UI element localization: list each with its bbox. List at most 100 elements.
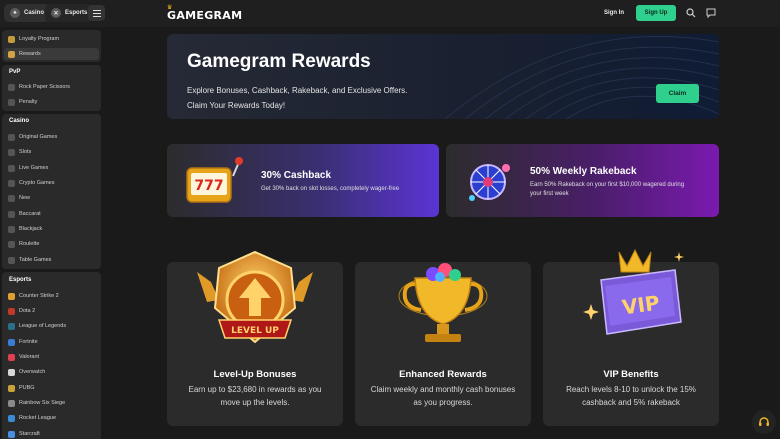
sign-in-link[interactable]: Sign In	[604, 10, 624, 16]
logo[interactable]: ♛ GAMEGRAM	[167, 4, 243, 22]
sidebar-top-group: Loyalty Program Rewards	[2, 30, 101, 62]
sidebar-item-label: Roulette	[19, 241, 40, 247]
vip-ticket-icon: VIP	[583, 248, 684, 335]
cashback-title: 30% Cashback	[261, 170, 332, 181]
cashback-promo-card[interactable]: 777 30% Cashback Get 30% back on slot lo…	[167, 144, 439, 217]
sidebar-item-dota2[interactable]: Dota 2	[8, 305, 35, 317]
sidebar-item-overwatch[interactable]: Overwatch	[8, 366, 45, 378]
sidebar-item-roulette[interactable]: Roulette	[8, 238, 40, 250]
crown-icon: ♛	[167, 4, 173, 11]
hero-subtitle-line2: Claim Your Rewards Today!	[187, 101, 286, 110]
rakeback-promo-card[interactable]: 50% Weekly Rakeback Earn 50% Rakeback on…	[446, 144, 719, 217]
sidebar-item-slots[interactable]: Slots	[8, 146, 31, 158]
vip-card[interactable]: VIP VIP Benefits Reach levels 8-10 to un…	[543, 248, 719, 426]
ball-icon	[8, 98, 15, 106]
casino-tab-label: Casino	[24, 10, 45, 16]
sidebar-item-label: Dota 2	[19, 308, 36, 314]
sidebar-item-table-games[interactable]: Table Games	[8, 254, 51, 266]
sidebar-item-fortnite[interactable]: Fortnite	[8, 336, 38, 348]
sidebar-item-r6[interactable]: Rainbow Six Siege	[8, 397, 65, 409]
vip-description: Reach levels 8-10 to unlock the 15% cash…	[566, 385, 696, 407]
sidebar-item-pubg[interactable]: PUBG	[8, 382, 35, 394]
dota2-icon	[8, 307, 15, 315]
r6-icon	[8, 399, 15, 407]
enhanced-rewards-description: Claim weekly and monthly cash bonuses as…	[370, 385, 516, 407]
sidebar-item-original-games[interactable]: Original Games	[8, 131, 57, 143]
starcraft-icon	[8, 430, 15, 438]
vip-title: VIP Benefits	[603, 369, 659, 380]
sidebar-item-label: New	[19, 195, 31, 201]
prize-wheel-icon	[469, 164, 510, 201]
new-icon	[8, 194, 15, 202]
sidebar-item-lol[interactable]: League of Legends	[8, 320, 66, 332]
cashback-description: Get 30% back on slot losses, completely …	[261, 186, 400, 192]
svg-text:777: 777	[194, 178, 223, 194]
sidebar-item-loyalty[interactable]: Loyalty Program	[8, 33, 59, 45]
overwatch-icon	[8, 368, 15, 376]
sidebar-item-label: Starcraft	[19, 431, 40, 437]
fortnite-icon	[8, 338, 15, 346]
sidebar-item-label: Valorant	[19, 354, 40, 360]
sidebar-item-label: Rock Paper Scissors	[19, 84, 71, 90]
sidebar-item-label: Slots	[19, 149, 32, 155]
valorant-icon	[8, 353, 15, 361]
sidebar-item-baccarat[interactable]: Baccarat	[8, 208, 41, 220]
sidebar-item-label: Fortnite	[19, 339, 38, 345]
sidebar-casino-group: Casino Original Games Slots Live Games C…	[2, 114, 101, 269]
roulette-icon	[8, 240, 15, 248]
sidebar-item-blackjack[interactable]: Blackjack	[8, 223, 42, 235]
lol-icon	[8, 322, 15, 330]
claim-button[interactable]: Claim	[656, 84, 699, 103]
hero-subtitle: Explore Bonuses, Cashback, Rakeback, and…	[187, 83, 487, 113]
sidebar-item-label: PUBG	[19, 385, 35, 391]
sidebar-item-rewards[interactable]: Rewards	[4, 48, 99, 60]
rocket-league-icon	[8, 414, 15, 422]
casino-tab[interactable]: ♠ Casino	[4, 4, 51, 22]
slot-machine-icon: 777	[186, 157, 243, 203]
chat-icon[interactable]	[706, 8, 716, 18]
hand-icon	[8, 83, 15, 91]
pubg-icon	[8, 384, 15, 392]
top-bar: ♠ Casino ✕ Esports ♛ GAMEGRAM Sign In Si…	[0, 0, 780, 27]
logo-text: GAMEGRAM	[167, 9, 243, 22]
esports-heading: Esports	[9, 277, 32, 283]
sidebar: Loyalty Program Rewards PvP Rock Paper S…	[0, 27, 103, 439]
hero-title: Gamegram Rewards	[187, 51, 371, 72]
sidebar-item-rps[interactable]: Rock Paper Scissors	[8, 81, 70, 93]
level-up-badge-icon: LEVEL UP	[197, 250, 313, 344]
sidebar-item-label: Loyalty Program	[19, 36, 60, 42]
cards-icon	[8, 210, 15, 218]
rakeback-description: Earn 50% Rakeback on your first $10,000 …	[530, 181, 684, 199]
support-button[interactable]	[752, 410, 776, 434]
trophy-icon	[398, 263, 488, 342]
coin-icon	[8, 179, 15, 187]
sidebar-item-rocket-league[interactable]: Rocket League	[8, 412, 56, 424]
sidebar-item-cs2[interactable]: Counter Strike 2	[8, 290, 59, 302]
sidebar-item-label: Blackjack	[19, 226, 43, 232]
trophy-icon	[8, 35, 15, 43]
level-up-title: Level-Up Bonuses	[213, 369, 297, 380]
casino-heading: Casino	[9, 118, 30, 124]
sidebar-item-valorant[interactable]: Valorant	[8, 351, 39, 363]
search-icon[interactable]	[686, 8, 696, 18]
sidebar-item-label: Crypto Games	[19, 180, 55, 186]
sign-up-button[interactable]: Sign Up	[636, 5, 676, 21]
menu-button[interactable]	[88, 5, 105, 21]
sidebar-item-live-games[interactable]: Live Games	[8, 162, 48, 174]
rakeback-description-line1: Earn 50% Rakeback on your first $10,000 …	[530, 182, 685, 188]
sidebar-item-label: Live Games	[19, 165, 49, 171]
level-up-description: Earn up to $23,680 in rewards as you mov…	[188, 385, 322, 407]
hero-subtitle-line1: Explore Bonuses, Cashback, Rakeback, and…	[187, 86, 408, 95]
level-up-card[interactable]: LEVEL UP Level-Up Bonuses Earn up to $23…	[167, 250, 343, 426]
sidebar-item-crypto-games[interactable]: Crypto Games	[8, 177, 54, 189]
sidebar-item-new[interactable]: New	[8, 192, 30, 204]
slot-icon	[8, 148, 15, 156]
hero-banner: Gamegram Rewards Explore Bonuses, Cashba…	[167, 34, 719, 119]
enhanced-rewards-title: Enhanced Rewards	[399, 369, 487, 380]
sidebar-item-penalty[interactable]: Penalty	[8, 96, 37, 108]
esports-tab[interactable]: ✕ Esports	[45, 4, 94, 22]
enhanced-rewards-card[interactable]: Enhanced Rewards Claim weekly and monthl…	[355, 262, 531, 426]
table-icon	[8, 256, 15, 264]
sidebar-item-starcraft[interactable]: Starcraft	[8, 428, 40, 439]
sidebar-item-label: Counter Strike 2	[19, 293, 59, 299]
